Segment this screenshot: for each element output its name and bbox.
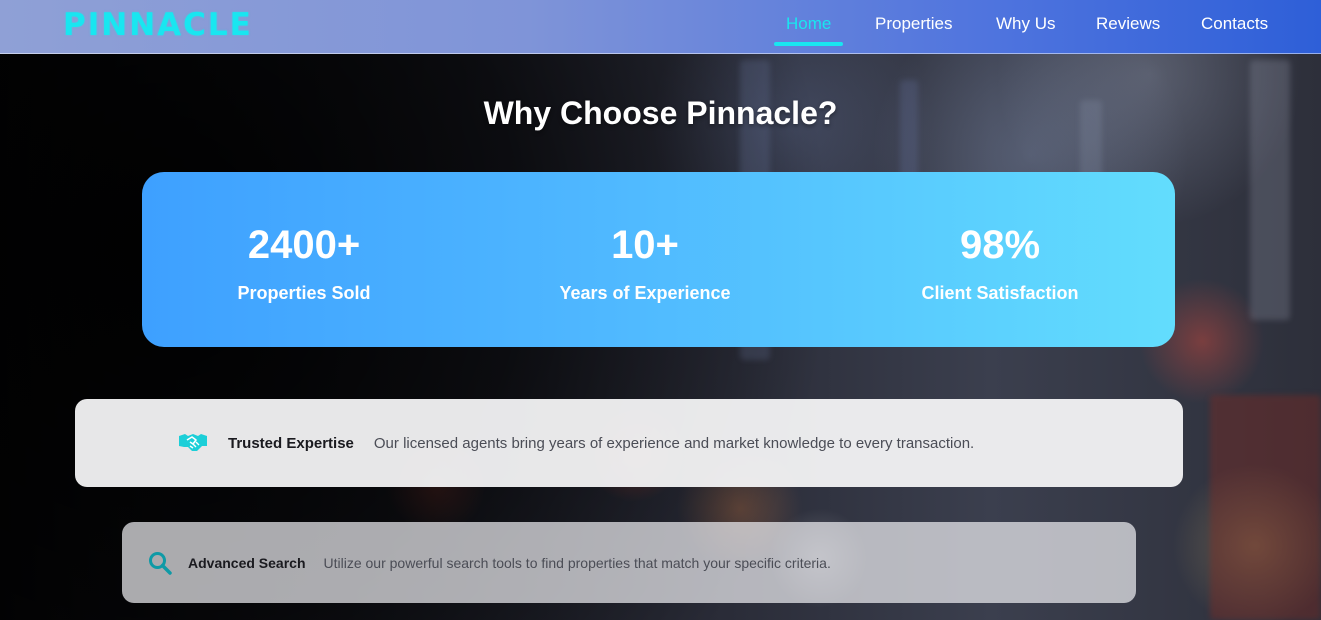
- nav-properties-link[interactable]: Properties: [875, 14, 952, 34]
- handshake-icon: [178, 431, 208, 455]
- stat-years-experience: 10+ Years of Experience: [485, 222, 805, 304]
- section-title: Why Choose Pinnacle?: [483, 95, 838, 131]
- nav-contacts-link[interactable]: Contacts: [1201, 14, 1268, 34]
- nav-why-us-link[interactable]: Why Us: [996, 14, 1056, 34]
- top-navbar: PINNACLE Home Properties Why Us Reviews …: [0, 0, 1321, 54]
- stat-label: Years of Experience: [559, 283, 731, 303]
- stat-value: 98%: [959, 223, 1041, 267]
- stat-properties-sold: 2400+ Properties Sold: [144, 222, 464, 304]
- stat-value: 2400+: [247, 223, 361, 267]
- feature-description: Our licensed agents bring years of exper…: [373, 434, 975, 452]
- active-nav-indicator: [774, 42, 843, 46]
- feature-title: Advanced Search: [188, 554, 306, 571]
- feature-advanced-search: Advanced Search Utilize our powerful sea…: [122, 522, 1136, 603]
- feature-trusted-expertise: Trusted Expertise Our licensed agents br…: [75, 399, 1183, 487]
- search-icon: [148, 551, 172, 575]
- stat-label: Properties Sold: [237, 283, 371, 303]
- nav-home-link[interactable]: Home: [786, 14, 831, 34]
- stats-card: 2400+ Properties Sold 10+ Years of Exper…: [142, 172, 1175, 347]
- stat-label: Client Satisfaction: [921, 283, 1079, 303]
- stat-client-satisfaction: 98% Client Satisfaction: [840, 222, 1160, 304]
- stat-value: 10+: [611, 223, 679, 267]
- nav-reviews-link[interactable]: Reviews: [1096, 14, 1160, 34]
- feature-title: Trusted Expertise: [228, 434, 354, 452]
- brand-logo[interactable]: PINNACLE: [63, 7, 253, 43]
- feature-description: Utilize our powerful search tools to fin…: [323, 554, 831, 571]
